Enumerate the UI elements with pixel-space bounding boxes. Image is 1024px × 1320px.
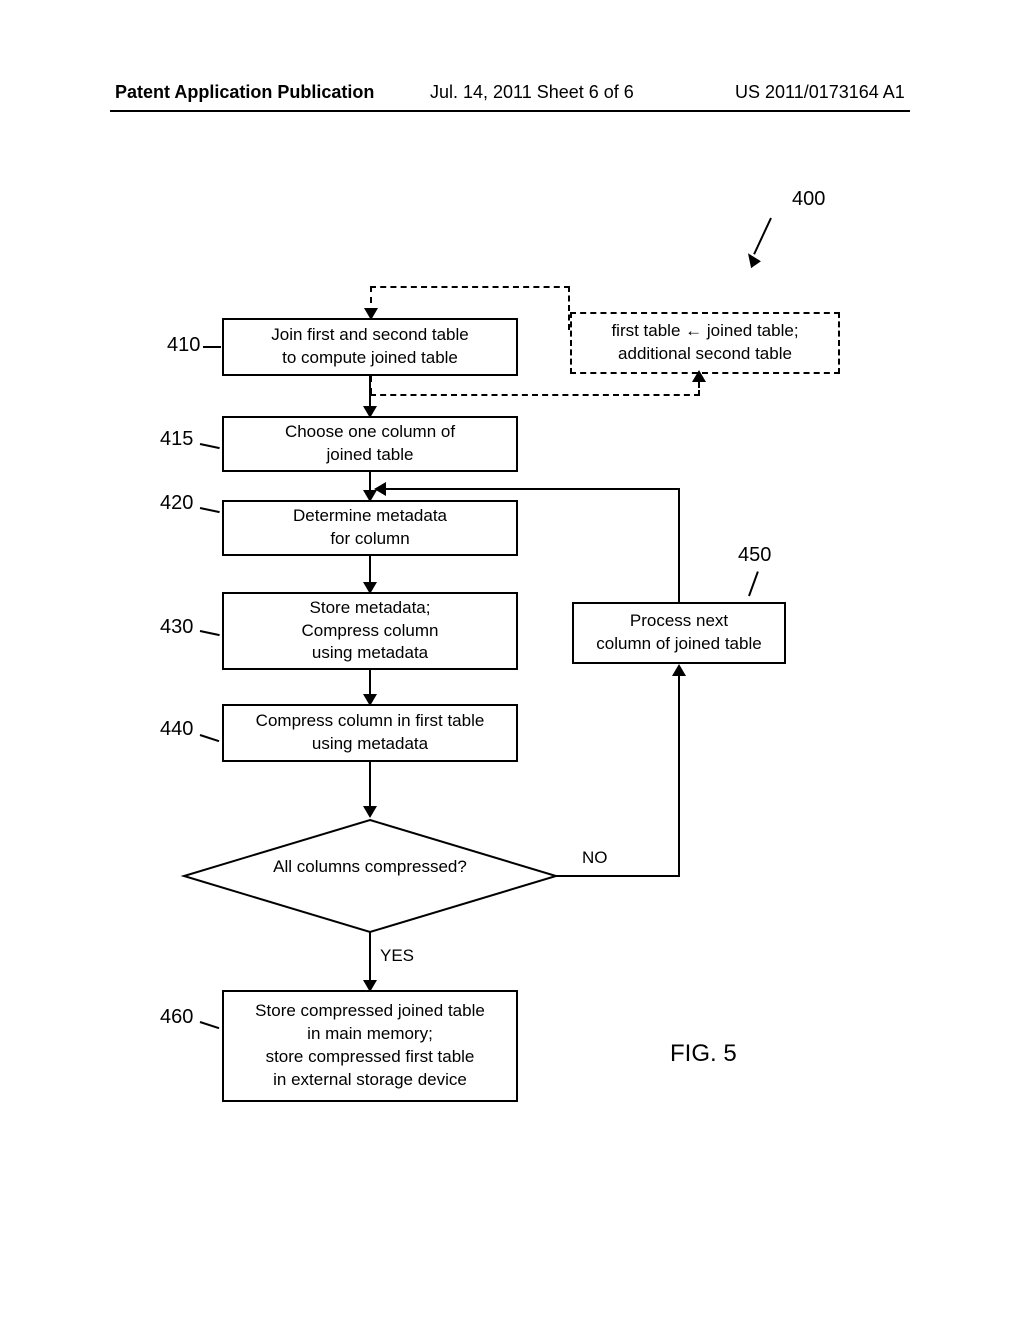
box-440-text: Compress column in first table using met…	[256, 710, 485, 756]
box-420-text: Determine metadata for column	[293, 505, 447, 551]
box-415-choose-column: Choose one column of joined table	[222, 416, 518, 472]
label-yes: YES	[380, 946, 414, 966]
box-430-store-compress: Store metadata; Compress column using me…	[222, 592, 518, 670]
header-date-sheet: Jul. 14, 2011 Sheet 6 of 6	[430, 82, 634, 103]
box-415-text: Choose one column of joined table	[285, 421, 455, 467]
arrow-into-loopbox	[692, 370, 706, 382]
box-460-text: Store compressed joined table in main me…	[255, 1000, 485, 1092]
dash-seg-top-h	[370, 286, 570, 288]
label-440: 440	[160, 718, 193, 741]
leader-450	[748, 571, 759, 596]
flowchart: 400 first table ← joined table; addition…	[0, 160, 1024, 1260]
label-430: 430	[160, 616, 193, 639]
box-450-text: Process next column of joined table	[596, 610, 761, 656]
line-decision-460	[369, 932, 371, 986]
decision-text: All columns compressed?	[180, 856, 560, 878]
arrow-into-450	[672, 664, 686, 676]
box-450-process-next: Process next column of joined table	[572, 602, 786, 664]
leader-430	[200, 630, 220, 636]
label-no: NO	[582, 848, 608, 868]
box-loop-additional: first table ← joined table; additional s…	[570, 312, 840, 374]
arrow-450-into-loop	[374, 482, 386, 496]
box-loop-text: first table ← joined table; additional s…	[611, 320, 798, 366]
header-pub-number: US 2011/0173164 A1	[735, 82, 905, 103]
leader-410	[203, 346, 221, 348]
line-450-up	[678, 488, 680, 602]
box-440-compress-first-table: Compress column in first table using met…	[222, 704, 518, 762]
label-450: 450	[738, 544, 771, 567]
header-rule	[110, 110, 910, 112]
line-440-decision	[369, 762, 371, 812]
line-decision-no-v	[678, 670, 680, 877]
line-decision-no-h	[556, 875, 680, 877]
leader-440	[200, 734, 220, 742]
leader-460	[200, 1021, 220, 1029]
ref-400: 400	[792, 188, 825, 211]
box-430-text: Store metadata; Compress column using me…	[302, 597, 439, 666]
leader-415	[200, 443, 220, 449]
label-460: 460	[160, 1006, 193, 1029]
dash-410-out-h	[370, 394, 700, 396]
header-publication: Patent Application Publication	[115, 82, 374, 103]
box-420-determine-metadata: Determine metadata for column	[222, 500, 518, 556]
label-415: 415	[160, 428, 193, 451]
ref-400-arrowhead	[743, 250, 761, 268]
label-410: 410	[167, 334, 200, 357]
box-410-text: Join first and second table to compute j…	[271, 324, 469, 370]
box-460-store: Store compressed joined table in main me…	[222, 990, 518, 1102]
leader-420	[200, 507, 220, 513]
line-450-left	[380, 488, 680, 490]
ref-400-line	[753, 218, 772, 255]
label-420: 420	[160, 492, 193, 515]
box-410-join-tables: Join first and second table to compute j…	[222, 318, 518, 376]
figure-label: FIG. 5	[670, 1040, 737, 1068]
